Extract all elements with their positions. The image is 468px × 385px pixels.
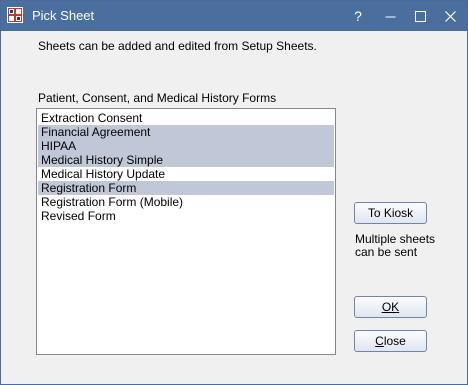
- close-label: Close: [375, 334, 406, 348]
- list-item[interactable]: Registration Form: [38, 181, 334, 195]
- ok-button[interactable]: OK: [354, 296, 427, 318]
- list-item[interactable]: Financial Agreement: [38, 125, 334, 139]
- app-grid-icon: [7, 7, 23, 23]
- maximize-button[interactable]: [404, 1, 436, 31]
- list-item[interactable]: HIPAA: [38, 139, 334, 153]
- to-kiosk-label: To Kiosk: [367, 206, 414, 220]
- title-bar[interactable]: Pick Sheet ?: [1, 1, 467, 31]
- help-icon: ?: [354, 8, 362, 24]
- to-kiosk-button[interactable]: To Kiosk: [354, 202, 427, 224]
- window-title: Pick Sheet: [32, 8, 95, 23]
- ok-label: OK: [381, 300, 400, 314]
- maximize-icon: [414, 10, 426, 22]
- close-icon: [444, 10, 456, 22]
- pick-sheet-window: Pick Sheet ? Sheets can be added and edi…: [0, 0, 468, 385]
- sheet-listbox[interactable]: Extraction Consent Financial Agreement H…: [36, 108, 336, 355]
- list-item[interactable]: Registration Form (Mobile): [38, 195, 334, 209]
- list-item[interactable]: Medical History Simple: [38, 153, 334, 167]
- list-item[interactable]: Extraction Consent: [38, 111, 334, 125]
- list-item[interactable]: Medical History Update: [38, 167, 334, 181]
- list-item[interactable]: Revised Form: [38, 209, 334, 223]
- minimize-button[interactable]: [374, 1, 406, 31]
- close-window-button[interactable]: [434, 1, 466, 31]
- kiosk-note: Multiple sheets can be sent: [355, 232, 436, 259]
- help-button[interactable]: ?: [342, 1, 374, 31]
- sheet-list-label: Patient, Consent, and Medical History Fo…: [38, 91, 277, 105]
- info-text: Sheets can be added and edited from Setu…: [38, 39, 317, 53]
- minimize-icon: [385, 16, 395, 17]
- close-button[interactable]: Close: [354, 330, 427, 352]
